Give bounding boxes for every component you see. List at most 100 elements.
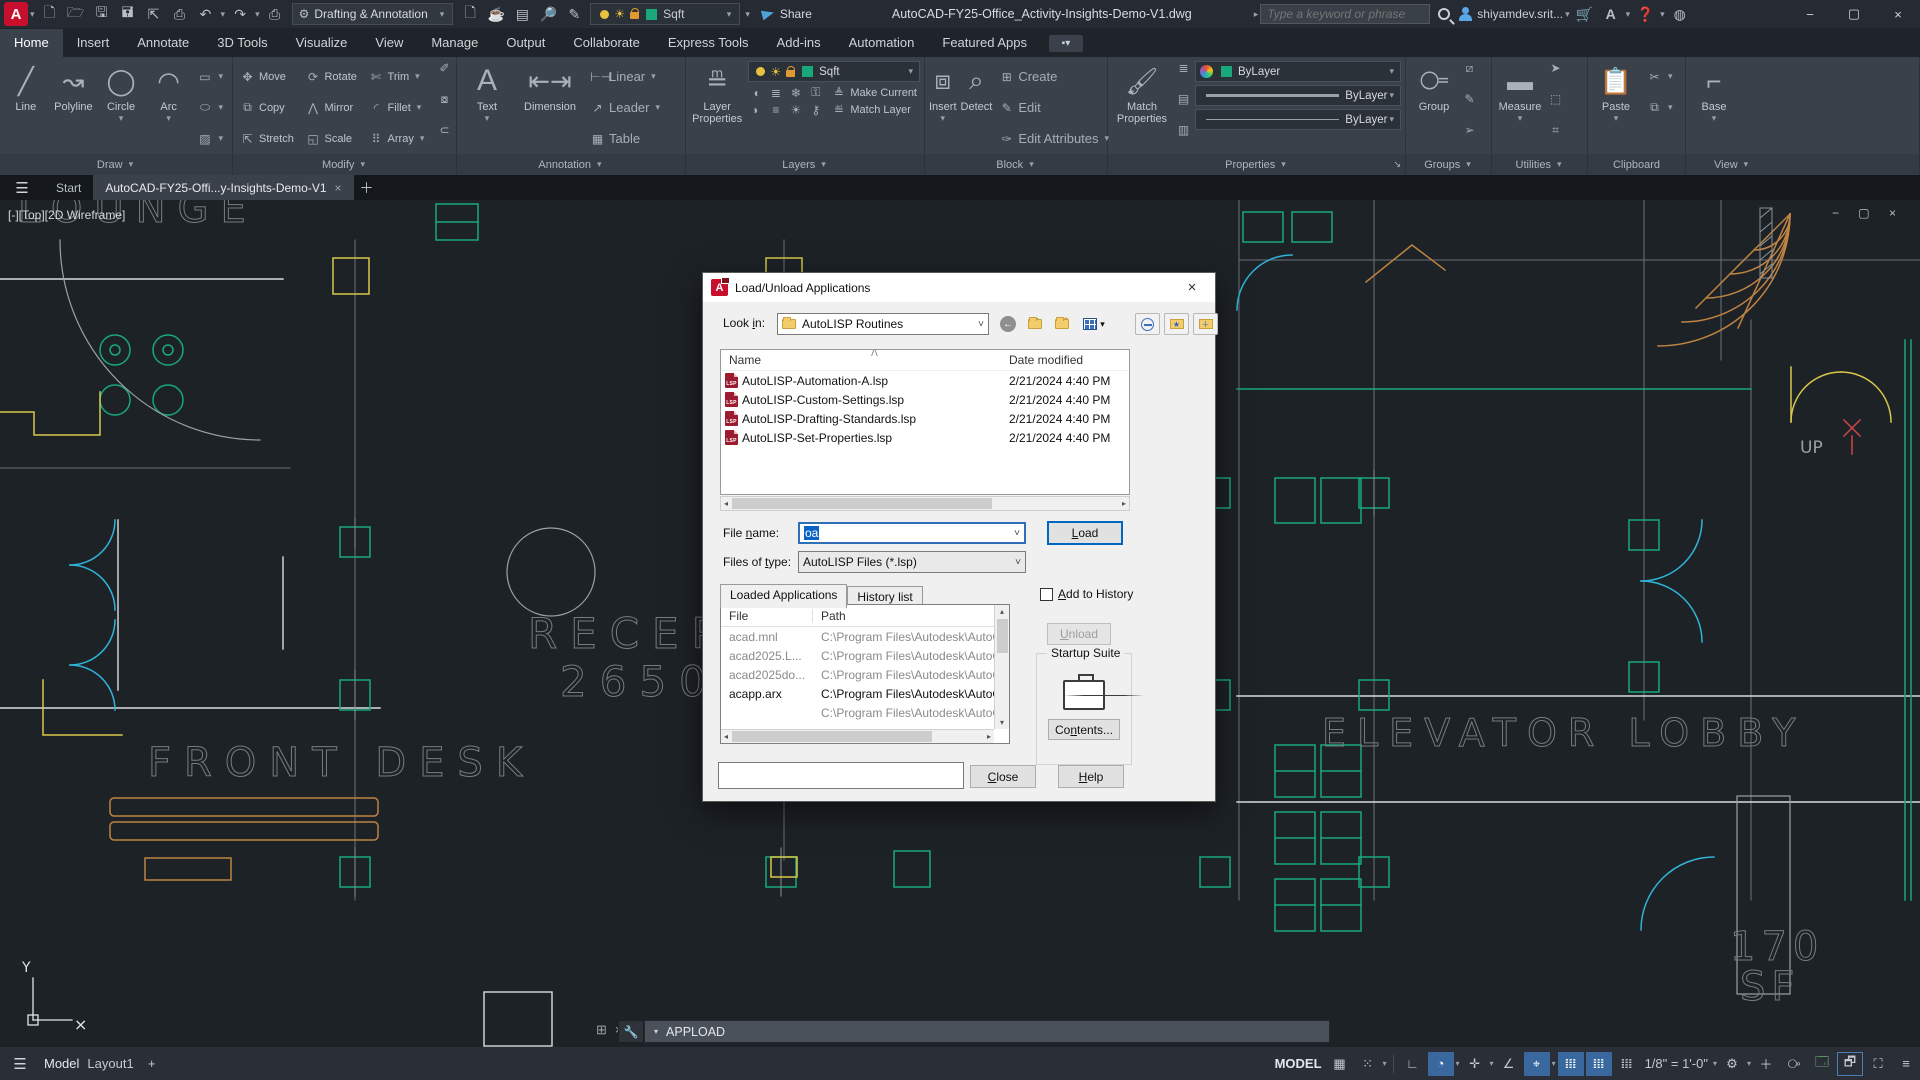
model-tab[interactable]: Model <box>41 1052 82 1076</box>
panel-label-clipboard[interactable]: Clipboard <box>1588 154 1685 175</box>
load-button[interactable]: Load <box>1047 521 1123 545</box>
command-recent-chevron-icon[interactable]: ▾ <box>653 1027 659 1036</box>
tab-view[interactable]: View <box>361 29 417 57</box>
logo-chevron-icon[interactable]: ▾ <box>28 9 37 20</box>
fillet-button[interactable]: ◜Fillet▾ <box>366 92 433 123</box>
scroll-thumb[interactable] <box>732 731 932 742</box>
linear-button[interactable]: ⊢⊣Linear▾ <box>587 61 661 92</box>
file-column-header[interactable]: File <box>721 609 813 623</box>
text-button[interactable]: AText▾ <box>461 61 513 154</box>
user-avatar-icon[interactable] <box>1458 7 1472 21</box>
doc-tab-close-icon[interactable]: × <box>335 181 342 195</box>
help-chevron-icon[interactable]: ▾ <box>1658 9 1667 20</box>
scroll-left-icon[interactable]: ◂ <box>724 499 728 508</box>
osnap-tracking-chevron-icon[interactable]: ▾ <box>1489 1059 1495 1068</box>
render-icon[interactable]: ☕ <box>484 3 508 25</box>
group-button[interactable]: ⧃Group <box>1410 61 1458 154</box>
workspace-selector[interactable]: ⚙ Drafting & Annotation ▾ <box>292 3 454 25</box>
match-properties-button[interactable]: 🖌 Match Properties <box>1112 61 1172 154</box>
look-in-combo[interactable]: AutoLISP Routines ˅ <box>777 313 989 335</box>
file-browser-list[interactable]: Name ᐱ Date modified AutoLISP-Automation… <box>720 349 1130 495</box>
plot-icon[interactable]: ⎙ <box>168 3 192 25</box>
measure-button[interactable]: ▬Measure▾ <box>1496 61 1544 154</box>
edit-block-button[interactable]: ✎Edit <box>996 92 1043 123</box>
status-menu-icon[interactable]: ☰ <box>0 1055 40 1073</box>
layer-lock-toggle-icon[interactable]: ⚿ <box>808 85 823 100</box>
object-snap-tracking-icon[interactable]: ✛ <box>1462 1052 1488 1076</box>
array-button[interactable]: ⠿Array▾ <box>366 123 433 154</box>
trim-button[interactable]: ✄Trim▾ <box>366 61 433 92</box>
polyline-button[interactable]: ↝Polyline <box>52 61 96 154</box>
command-customize-wrench-icon[interactable]: 🔧 <box>618 1020 644 1043</box>
base-button[interactable]: ⌐Base▾ <box>1690 61 1738 154</box>
scale-button[interactable]: ◱Scale <box>302 123 363 154</box>
file-name-combo[interactable]: oa ˅ <box>798 522 1026 544</box>
loaded-applications-tab[interactable]: Loaded Applications <box>720 584 847 608</box>
paste-button[interactable]: 📋Paste▾ <box>1592 61 1640 154</box>
contents-button[interactable]: Contents... <box>1048 719 1120 740</box>
doc-tab-menu-icon[interactable]: ☰ <box>0 175 44 200</box>
up-one-level-button[interactable]: ↑ <box>1022 313 1046 335</box>
new-file-icon[interactable]: 🗋 <box>38 3 62 25</box>
panel-label-layers[interactable]: Layers▾ <box>686 154 924 175</box>
panel-label-modify[interactable]: Modify▾ <box>233 154 456 175</box>
arc-button[interactable]: ◠Arc▾ <box>147 61 191 154</box>
model-space-button[interactable]: MODEL <box>1272 1052 1325 1076</box>
linetype-combo[interactable]: ByLayer▾ <box>1195 109 1401 130</box>
calculator-icon[interactable]: ⌗ <box>1548 123 1563 154</box>
ribbon-options-button[interactable]: ▪▾ <box>1049 35 1083 52</box>
group-select-icon[interactable]: ➢ <box>1462 123 1477 154</box>
add-to-history-checkbox[interactable]: Add to History <box>1040 587 1133 601</box>
customize-status-bar-icon[interactable]: ≡ <box>1893 1052 1919 1076</box>
add-layout-button[interactable]: + <box>139 1052 165 1076</box>
plot-style-icon[interactable]: ▥ <box>1176 123 1191 154</box>
save-icon[interactable]: 🖫 <box>90 3 114 25</box>
scale-chevron-icon[interactable]: ▾ <box>1712 1059 1718 1068</box>
dialog-close-icon[interactable]: × <box>1177 279 1207 296</box>
table-vertical-scrollbar[interactable]: ▴ ▾ <box>994 605 1009 729</box>
dialog-title-bar[interactable]: A Load/Unload Applications × <box>703 273 1215 302</box>
erase-icon[interactable]: ✐ <box>437 61 452 92</box>
layer-on-icon[interactable]: ◗ <box>748 103 763 117</box>
back-button[interactable]: ← <box>996 313 1020 335</box>
file-list-horizontal-scrollbar[interactable]: ◂ ▸ <box>720 496 1130 511</box>
unload-button[interactable]: Unload <box>1047 623 1111 645</box>
new-folder-button[interactable]: ✶ <box>1050 313 1074 335</box>
tab-output[interactable]: Output <box>492 29 559 57</box>
sheet-icon[interactable]: 🗋 <box>458 3 482 25</box>
window-maximize-button[interactable]: ▢ <box>1832 0 1876 28</box>
hatch-button[interactable]: ▨▾ <box>194 123 228 154</box>
isolate-objects-icon[interactable]: ⧂ <box>1781 1052 1807 1076</box>
copy-button[interactable]: ⧉Copy <box>237 92 300 123</box>
line-button[interactable]: ╱Line <box>4 61 48 154</box>
file-row[interactable]: AutoLISP-Drafting-Standards.lsp 2/21/202… <box>721 409 1129 428</box>
sheet-set-manager-icon[interactable]: ▤ <box>510 3 534 25</box>
tab-3d-tools[interactable]: 3D Tools <box>203 29 281 57</box>
layer-freeze-icon[interactable]: ❄ <box>788 86 803 100</box>
search-input[interactable] <box>1260 4 1430 24</box>
lineweight-list-icon[interactable]: ≣ <box>1176 61 1191 92</box>
snap-mode-icon[interactable]: ⁙ <box>1355 1052 1381 1076</box>
workspace-switching-gear-icon[interactable]: ⚙ <box>1719 1052 1745 1076</box>
start-tab[interactable]: Start <box>44 175 93 200</box>
panel-label-draw[interactable]: Draw▾ <box>0 154 232 175</box>
layout1-tab[interactable]: Layout1 <box>84 1052 136 1076</box>
move-button[interactable]: ✥Move <box>237 61 300 92</box>
scroll-left-icon[interactable]: ◂ <box>724 732 728 741</box>
grid-display-icon[interactable]: ▦ <box>1327 1052 1353 1076</box>
quick-select-icon[interactable]: ➤ <box>1548 61 1563 92</box>
user-chevron-icon[interactable]: ▾ <box>1563 9 1572 20</box>
canvas-mini-grid-icon[interactable]: ⊞ <box>596 1022 607 1038</box>
properties-launcher-icon[interactable]: ↘ <box>1393 159 1401 170</box>
linetype-list-icon[interactable]: ▤ <box>1176 92 1191 123</box>
app-store-cart-icon[interactable]: 🛒 <box>1573 3 1597 25</box>
workspace-chevron-icon[interactable]: ▾ <box>1746 1059 1752 1068</box>
table-button[interactable]: ▦Table <box>587 123 643 154</box>
command-input[interactable]: ▾ APPLOAD <box>644 1020 1330 1043</box>
scroll-right-icon[interactable]: ▸ <box>987 732 991 741</box>
tab-annotate[interactable]: Annotate <box>123 29 203 57</box>
tab-automation[interactable]: Automation <box>835 29 929 57</box>
file-row[interactable]: AutoLISP-Set-Properties.lsp 2/21/2024 4:… <box>721 428 1129 447</box>
window-close-button[interactable]: × <box>1876 0 1920 28</box>
tab-collaborate[interactable]: Collaborate <box>559 29 654 57</box>
